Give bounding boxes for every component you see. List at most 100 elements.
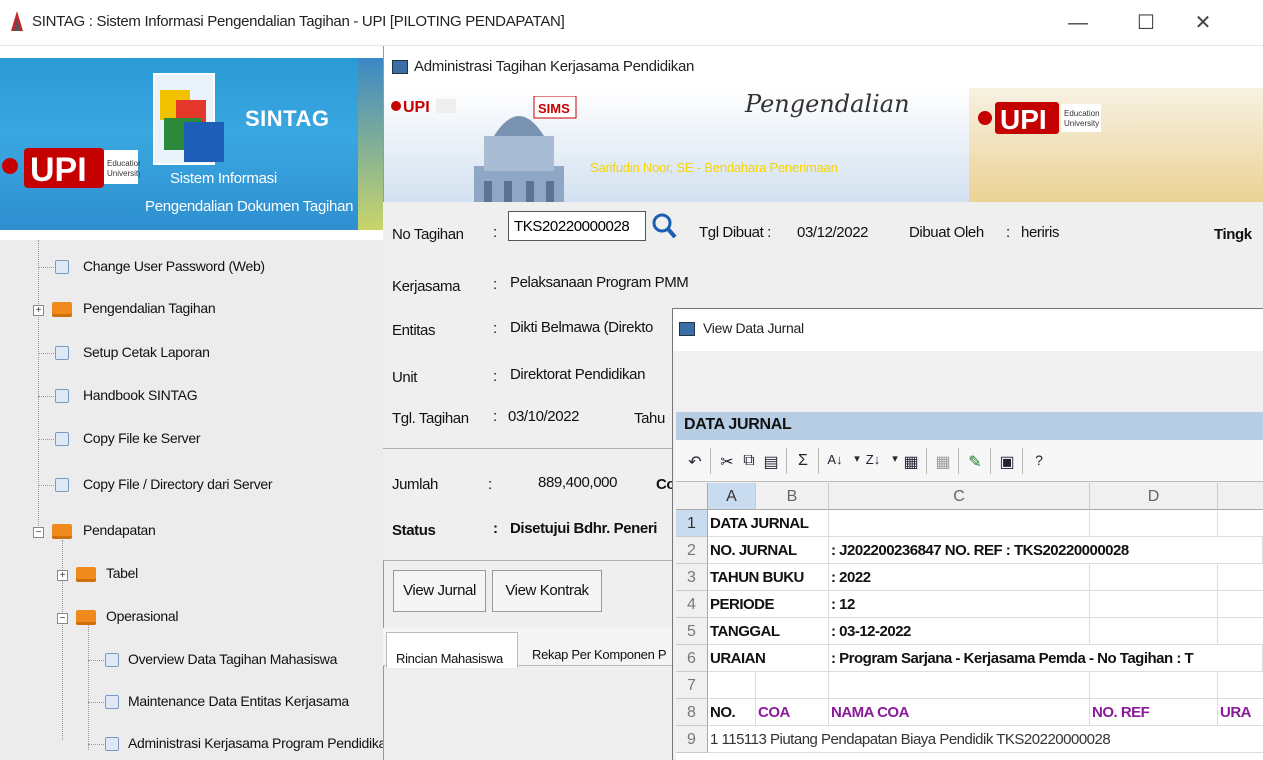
view-kontrak-button[interactable]: View Kontrak [492, 570, 602, 612]
svg-text:University: University [107, 169, 140, 178]
grid-cell[interactable] [708, 672, 756, 699]
grid-cell[interactable] [829, 672, 1090, 699]
row-header[interactable]: 3 [676, 564, 708, 591]
grid-cell[interactable] [1090, 672, 1218, 699]
column-header[interactable]: A [708, 483, 756, 510]
column-header[interactable]: B [756, 483, 829, 510]
grid-cell[interactable] [1090, 564, 1218, 591]
grid-cell[interactable] [1090, 510, 1218, 537]
grid-cell[interactable]: URA [1218, 699, 1263, 726]
grid-cell[interactable] [1090, 591, 1218, 618]
grid-cell[interactable]: : J202200236847 NO. REF : TKS20220000028 [829, 537, 1263, 564]
grid-cell[interactable] [1218, 510, 1263, 537]
colon: : [493, 368, 497, 385]
svg-text:University: University [1064, 119, 1099, 128]
sort-descending-icon[interactable]: Z↓ [862, 452, 884, 467]
grid-cell[interactable] [1218, 591, 1263, 618]
bendahara-text: Sarifudin Noor, SE - Bendahara Penerimaa… [590, 160, 838, 175]
tgl-tagihan-value: 03/10/2022 [508, 408, 580, 425]
column-header[interactable]: D [1090, 483, 1218, 510]
folder-icon [76, 610, 96, 625]
paste-icon[interactable]: ▤ [760, 452, 782, 472]
column-header[interactable]: C [829, 483, 1090, 510]
tree-item-maintenance-entitas[interactable]: Maintenance Data Entitas Kerjasama [128, 693, 349, 709]
entitas-value: Dikti Belmawa (Direkto [510, 319, 653, 336]
row-header[interactable]: 2 [676, 537, 708, 564]
help-icon[interactable]: ? [1028, 452, 1050, 468]
row-header[interactable]: 4 [676, 591, 708, 618]
sum-icon[interactable]: Σ [792, 452, 814, 470]
search-icon[interactable] [650, 211, 678, 241]
sort-ascending-icon[interactable]: A↓ [824, 452, 846, 467]
grid-cell[interactable]: NO. [708, 699, 756, 726]
tree-item-pengendalian-tagihan[interactable]: Pengendalian Tagihan [83, 300, 216, 316]
grid-corner [676, 483, 708, 510]
view-jurnal-button[interactable]: View Jurnal [393, 570, 486, 612]
unit-value: Direktorat Pendidikan [510, 366, 646, 383]
tab-rincian-mahasiswa[interactable]: Rincian Mahasiswa [396, 651, 503, 666]
app-title: SINTAG : Sistem Informasi Pengendalian T… [32, 13, 565, 30]
tree-item-pendapatan[interactable]: Pendapatan [83, 522, 156, 538]
sintag-banner: UPI Education University SINTAG Sistem I… [0, 58, 383, 230]
expand-icon[interactable]: + [33, 305, 44, 316]
page-icon [55, 389, 69, 403]
tree-item-copy-file-server[interactable]: Copy File ke Server [83, 430, 201, 446]
print-icon[interactable]: ▣ [996, 452, 1018, 472]
row-header[interactable]: 9 [676, 726, 708, 753]
collapse-icon[interactable]: − [57, 613, 68, 624]
tree-item-change-password[interactable]: Change User Password (Web) [83, 258, 265, 274]
row-header[interactable]: 1 [676, 510, 708, 537]
row-header[interactable]: 7 [676, 672, 708, 699]
collapse-icon[interactable]: − [33, 527, 44, 538]
grid-cell[interactable]: PERIODE [708, 591, 829, 618]
grid-cell[interactable]: NO. JURNAL [708, 537, 829, 564]
grid-cell[interactable]: : 2022 [829, 564, 1090, 591]
cut-icon[interactable]: ✂ [716, 452, 738, 472]
tree-item-tabel[interactable]: Tabel [106, 565, 138, 581]
status-value: Disetujui Bdhr. Peneri [510, 520, 658, 537]
grid-cell[interactable] [829, 510, 1090, 537]
tree-item-handbook[interactable]: Handbook SINTAG [83, 387, 198, 403]
maximize-button[interactable]: ☐ [1123, 8, 1169, 38]
grid-cell[interactable]: TAHUN BUKU [708, 564, 829, 591]
grid-cell[interactable] [756, 672, 829, 699]
tree-item-copy-directory[interactable]: Copy File / Directory dari Server [83, 476, 273, 492]
grid-cell[interactable]: COA [756, 699, 829, 726]
minimize-button[interactable]: — [1055, 8, 1101, 38]
sintag-logo-icon [153, 73, 224, 165]
grid-cell[interactable] [1090, 618, 1218, 645]
tree-item-administrasi-kerjasama[interactable]: Administrasi Kerjasama Program Pendidika… [128, 735, 394, 751]
grid-cell[interactable]: URAIAN [708, 645, 829, 672]
grid-cell[interactable]: : 03-12-2022 [829, 618, 1090, 645]
grid-cell[interactable]: DATA JURNAL [708, 510, 829, 537]
status-label: Status [392, 522, 436, 539]
svg-text:UPI: UPI [30, 151, 87, 189]
colon: : [493, 276, 497, 293]
tree-item-operasional[interactable]: Operasional [106, 608, 179, 624]
filter-disabled-icon[interactable]: ▦ [932, 452, 954, 472]
grid-cell[interactable]: : Program Sarjana - Kerjasama Pemda - No… [829, 645, 1263, 672]
undo-icon[interactable]: ↶ [684, 452, 706, 472]
grid-cell[interactable] [1218, 672, 1263, 699]
grid-cell[interactable] [1218, 618, 1263, 645]
grid-cell[interactable]: TANGGAL [708, 618, 829, 645]
sintag-title: SINTAG [245, 106, 330, 131]
filter-icon[interactable]: ▦ [900, 452, 922, 472]
copy-icon[interactable]: ⧉ [738, 452, 760, 470]
row-header[interactable]: 6 [676, 645, 708, 672]
expand-icon[interactable]: + [57, 570, 68, 581]
tab-rekap-komponen[interactable]: Rekap Per Komponen P [532, 647, 667, 662]
tree-item-setup-cetak-laporan[interactable]: Setup Cetak Laporan [83, 344, 210, 360]
grid-cell[interactable] [1218, 564, 1263, 591]
grid-cell[interactable]: NAMA COA [829, 699, 1090, 726]
column-header[interactable] [1218, 483, 1263, 510]
row-header[interactable]: 5 [676, 618, 708, 645]
tree-item-overview-tagihan[interactable]: Overview Data Tagihan Mahasiswa [128, 651, 337, 667]
grid-cell[interactable]: NO. REF [1090, 699, 1218, 726]
no-tagihan-input[interactable] [508, 211, 646, 241]
grid-cell[interactable]: : 12 [829, 591, 1090, 618]
grid-row-partial[interactable]: 1 115113 Piutang Pendapatan Biaya Pendid… [708, 726, 1263, 753]
close-button[interactable]: ✕ [1180, 8, 1226, 38]
excel-export-icon[interactable]: ✎ [964, 452, 986, 472]
row-header[interactable]: 8 [676, 699, 708, 726]
